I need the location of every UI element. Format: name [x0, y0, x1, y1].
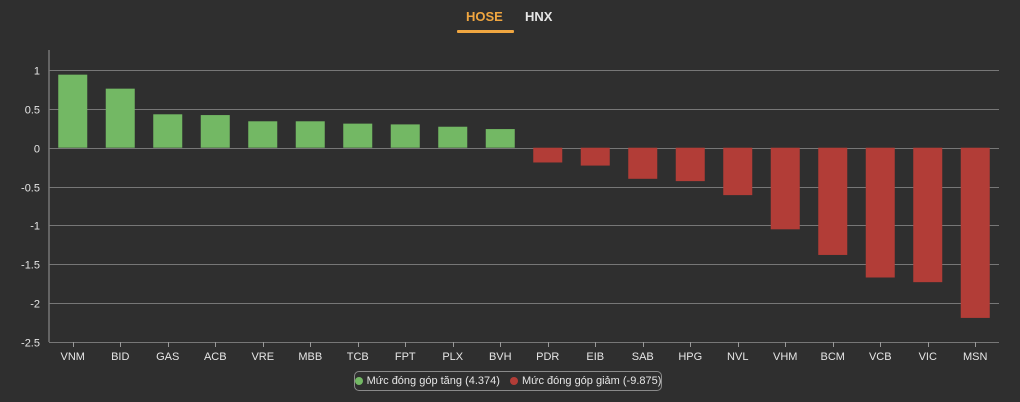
bar: [485, 129, 515, 148]
x-tick-label: GAS: [156, 351, 179, 363]
x-tick-label: VIC: [919, 351, 937, 363]
y-tick-label: -0.5: [21, 183, 40, 195]
bar: [770, 147, 800, 230]
x-tick-label: SAB: [632, 351, 654, 363]
bar: [438, 126, 468, 148]
y-tick-label: 0.5: [25, 105, 40, 117]
bar: [105, 88, 135, 148]
bar: [865, 147, 895, 278]
bar: [390, 124, 420, 148]
x-tick-label: PDR: [536, 351, 559, 363]
legend-positive-label: Mức đóng góp tăng (4.374): [366, 375, 500, 387]
x-tick-label: EIB: [586, 351, 604, 363]
y-tick-label: -1: [30, 221, 40, 233]
x-tick-label: HPG: [678, 351, 702, 363]
positive-dot-icon: [354, 377, 363, 385]
bar: [533, 147, 563, 163]
bar: [295, 121, 325, 148]
negative-dot-icon: [509, 377, 518, 385]
y-tick-label: 1: [34, 66, 40, 78]
x-tick-label: ACB: [204, 351, 227, 363]
bar: [960, 147, 990, 318]
legend-item-positive[interactable]: Mức đóng góp tăng (4.374): [354, 375, 500, 387]
x-tick-label: FPT: [395, 351, 416, 363]
bar: [153, 114, 183, 148]
x-tick-label: VHM: [773, 351, 797, 363]
x-tick-label: NVL: [727, 351, 748, 363]
x-tick-label: VRE: [251, 351, 274, 363]
y-tick-label: -2.5: [21, 338, 40, 350]
x-tick-label: MBB: [298, 351, 322, 363]
chart-legend: Mức đóng góp tăng (4.374) Mức đóng góp g…: [354, 371, 662, 391]
legend-negative-label: Mức đóng góp giảm (-9.875): [521, 375, 662, 387]
y-tick-label: -2: [30, 299, 40, 311]
bar: [913, 147, 943, 283]
bar: [723, 147, 753, 196]
bar: [343, 123, 373, 148]
x-tick-label: BID: [111, 351, 129, 363]
x-tick-label: VCB: [869, 351, 892, 363]
x-tick-label: PLX: [442, 351, 463, 363]
bar: [580, 147, 610, 166]
x-tick-label: TCB: [347, 351, 369, 363]
y-tick-label: 0: [34, 144, 40, 156]
bar: [200, 115, 230, 148]
bar: [58, 74, 88, 148]
x-tick-label: VNM: [61, 351, 85, 363]
y-tick-label: -1.5: [21, 260, 40, 272]
bar: [818, 147, 848, 255]
x-tick-label: BVH: [489, 351, 512, 363]
bar: [628, 147, 658, 179]
bar: [675, 147, 705, 182]
x-tick-label: BCM: [821, 351, 845, 363]
legend-item-negative[interactable]: Mức đóng góp giảm (-9.875): [509, 375, 662, 387]
x-tick-label: MSN: [963, 351, 988, 363]
contribution-bar-chart: 1 0.5 0 -0.5 -1 -1.5 -2 -2.5 VNM BID GAS ACB VRE MBB T…: [21, 50, 999, 363]
bar: [248, 121, 278, 148]
